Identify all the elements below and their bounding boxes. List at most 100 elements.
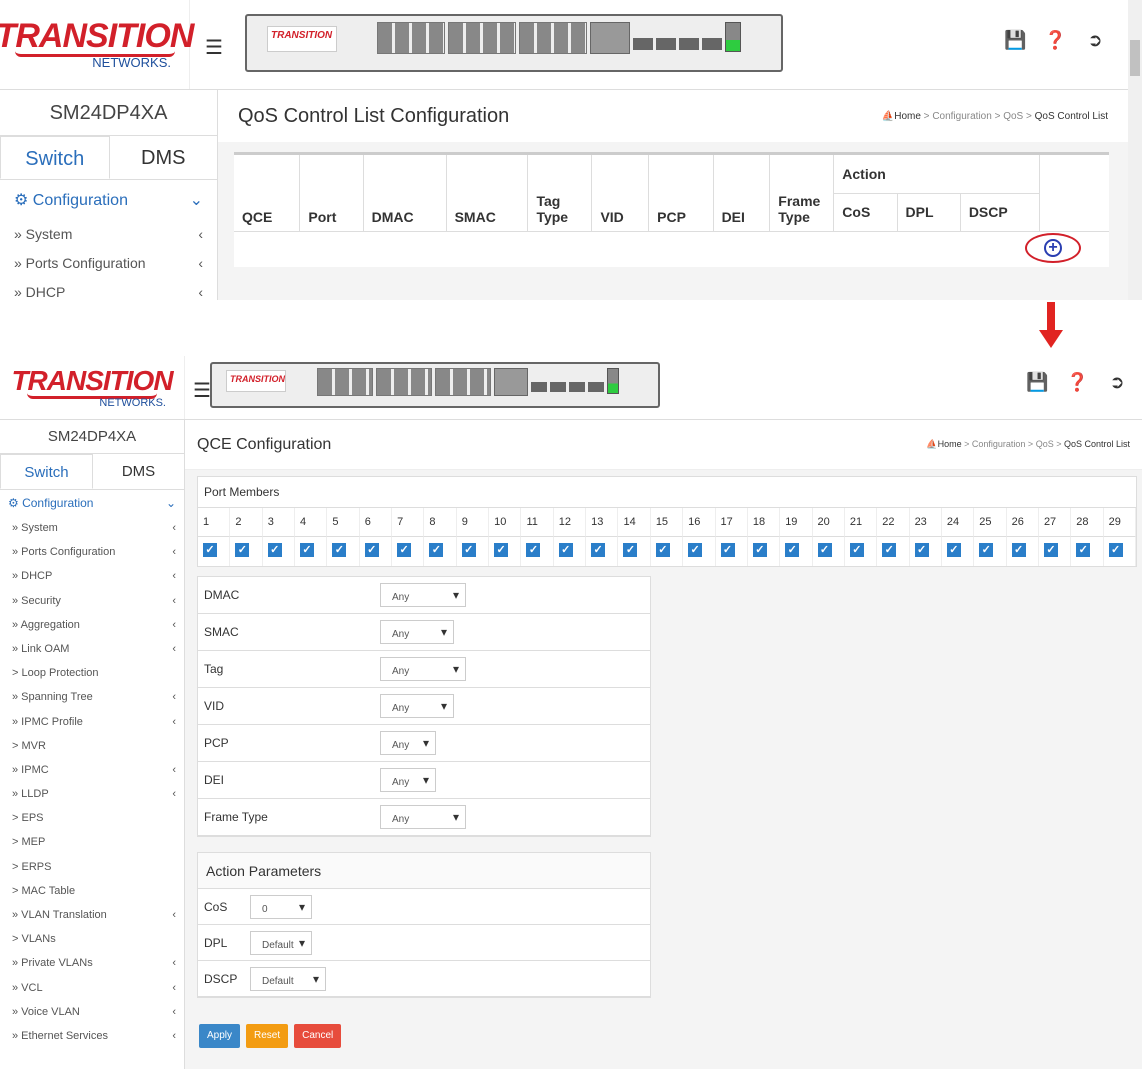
port-checkbox[interactable]: ✓ [429, 543, 444, 557]
sfp-port-group[interactable] [494, 368, 528, 396]
sfp-port[interactable] [633, 38, 653, 50]
port-group[interactable] [376, 368, 432, 396]
sfp-port[interactable] [702, 38, 722, 50]
port-checkbox[interactable]: ✓ [1043, 543, 1058, 557]
sidebar-item[interactable]: > Loop Protection [0, 661, 184, 685]
sidebar-item[interactable]: » VLAN Translation ‹ [0, 903, 184, 927]
port-checkbox[interactable]: ✓ [914, 543, 929, 557]
tab-switch[interactable]: Switch [0, 136, 110, 179]
action-select[interactable]: Default [250, 930, 312, 955]
port-checkbox[interactable]: ✓ [946, 543, 961, 557]
cancel-button[interactable]: Cancel [294, 1024, 342, 1048]
port-checkbox[interactable]: ✓ [461, 543, 476, 557]
menu-toggle-icon[interactable]: ☰ [193, 378, 211, 403]
port-checkbox[interactable]: ✓ [979, 543, 994, 557]
sidebar-item[interactable]: » DHCP ‹ [0, 278, 217, 300]
sfp-port[interactable] [679, 38, 699, 50]
sidebar-item[interactable]: > MAC Table [0, 879, 184, 903]
menu-toggle-icon[interactable]: ☰ [205, 35, 223, 60]
port-checkbox[interactable]: ✓ [591, 543, 606, 557]
sidebar-item[interactable]: » Ports Configuration ‹ [0, 249, 217, 278]
port-checkbox[interactable]: ✓ [1108, 543, 1123, 557]
home-link[interactable]: ⛵Home [926, 439, 961, 449]
tab-dms[interactable]: DMS [93, 454, 184, 489]
port-checkbox[interactable]: ✓ [785, 543, 800, 557]
port-checkbox[interactable]: ✓ [655, 543, 670, 557]
sidebar-item[interactable]: » Spanning Tree ‹ [0, 685, 184, 709]
logout-icon[interactable]: ➲ [1084, 30, 1106, 51]
sidebar-item[interactable]: > ERPS [0, 855, 184, 879]
sfp-port-group[interactable] [590, 22, 630, 54]
sidebar-item[interactable]: > MVR [0, 734, 184, 758]
sidebar-item[interactable]: » Private VLANs ‹ [0, 951, 184, 975]
sidebar-item[interactable]: » VCL ‹ [0, 976, 184, 1000]
port-group[interactable] [435, 368, 491, 396]
scrollbar-thumb[interactable] [1130, 40, 1140, 76]
help-icon[interactable]: ❓ [1066, 372, 1088, 393]
reset-button[interactable]: Reset [246, 1024, 289, 1048]
breadcrumb-qos[interactable]: QoS [1003, 111, 1023, 122]
port-checkbox[interactable]: ✓ [817, 543, 832, 557]
breadcrumb-configuration[interactable]: Configuration [932, 111, 991, 122]
port-checkbox[interactable]: ✓ [267, 543, 282, 557]
sidebar-item[interactable]: » System ‹ [0, 220, 217, 249]
save-icon[interactable]: 💾 [1004, 30, 1026, 51]
port-checkbox[interactable]: ✓ [526, 543, 541, 557]
port-checkbox[interactable]: ✓ [558, 543, 573, 557]
port-checkbox[interactable]: ✓ [1076, 543, 1091, 557]
sfp-port[interactable] [550, 382, 566, 392]
sidebar-item[interactable]: » Aggregation ‹ [0, 613, 184, 637]
port-checkbox[interactable]: ✓ [235, 543, 250, 557]
sidebar-item[interactable]: » Security ‹ [0, 589, 184, 613]
sidebar-item[interactable]: » DHCP ‹ [0, 564, 184, 588]
breadcrumb-configuration[interactable]: Configuration [972, 439, 1026, 449]
sidebar-item[interactable]: » IPMC ‹ [0, 758, 184, 782]
save-icon[interactable]: 💾 [1026, 372, 1048, 393]
add-qce-icon[interactable]: + [1044, 239, 1062, 257]
sfp-port[interactable] [569, 382, 585, 392]
apply-button[interactable]: Apply [199, 1024, 241, 1048]
sidebar-item[interactable]: » Link OAM ‹ [0, 637, 184, 661]
sidebar-item[interactable]: > VLANs [0, 927, 184, 951]
sidebar-item[interactable]: » Ethernet Services ‹ [0, 1024, 184, 1048]
port-group[interactable] [519, 22, 587, 54]
port-group[interactable] [317, 368, 373, 396]
port-checkbox[interactable]: ✓ [623, 543, 638, 557]
field-select[interactable]: Any [380, 583, 466, 607]
sidebar-item[interactable]: > EPS [0, 806, 184, 830]
field-select[interactable]: Any [380, 805, 466, 829]
port-checkbox[interactable]: ✓ [397, 543, 412, 557]
tab-dms[interactable]: DMS [110, 136, 218, 179]
field-select[interactable]: Any [380, 657, 466, 681]
sidebar-item[interactable]: » System ‹ [0, 516, 184, 540]
action-select[interactable]: 0 [250, 894, 312, 919]
port-checkbox[interactable]: ✓ [752, 543, 767, 557]
scrollbar[interactable] [1128, 0, 1142, 300]
port-group[interactable] [377, 22, 445, 54]
port-checkbox[interactable]: ✓ [882, 543, 897, 557]
port-checkbox[interactable]: ✓ [1011, 543, 1026, 557]
sidebar-item[interactable]: » IPMC Profile ‹ [0, 710, 184, 734]
action-select[interactable]: Default [250, 966, 326, 991]
sidebar-item[interactable]: » Ports Configuration ‹ [0, 540, 184, 564]
port-checkbox[interactable]: ✓ [720, 543, 735, 557]
port-checkbox[interactable]: ✓ [494, 543, 509, 557]
help-icon[interactable]: ❓ [1044, 30, 1066, 51]
sidebar-item[interactable]: » Voice VLAN ‹ [0, 1000, 184, 1024]
port-checkbox[interactable]: ✓ [203, 543, 217, 557]
sidebar-item[interactable]: » LLDP ‹ [0, 782, 184, 806]
port-group[interactable] [448, 22, 516, 54]
sfp-port[interactable] [588, 382, 604, 392]
field-select[interactable]: Any [380, 620, 454, 644]
field-select[interactable]: Any [380, 694, 454, 718]
sidebar-item[interactable]: > MEP [0, 830, 184, 854]
uplink-port[interactable] [725, 22, 741, 52]
home-link[interactable]: ⛵Home [882, 111, 921, 122]
port-checkbox[interactable]: ✓ [364, 543, 379, 557]
logout-icon[interactable]: ➲ [1106, 372, 1128, 393]
sfp-port[interactable] [656, 38, 676, 50]
sidebar-configuration[interactable]: ⚙ Configuration ⌄ [0, 180, 217, 220]
sfp-port[interactable] [531, 382, 547, 392]
field-select[interactable]: Any [380, 731, 436, 755]
field-select[interactable]: Any [380, 768, 436, 792]
